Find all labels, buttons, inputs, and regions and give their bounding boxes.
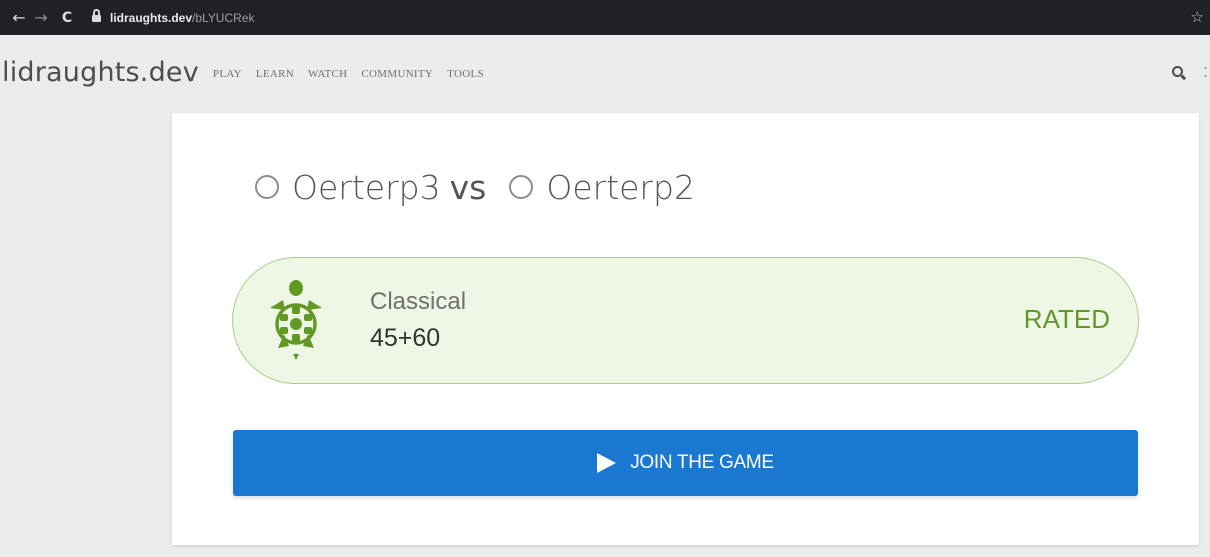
address-bar[interactable]: lidraughts.dev/bLYUCRek	[92, 6, 254, 30]
back-arrow-icon[interactable]: ←	[8, 8, 30, 27]
nav-tools[interactable]: TOOLS	[447, 68, 484, 80]
search-icon[interactable]	[1172, 66, 1187, 80]
more-menu-icon[interactable]: :	[1203, 61, 1208, 82]
player2-name[interactable]: Oerterp2	[546, 168, 695, 207]
players-heading: Oerterp3 vs Oerterp2	[255, 157, 695, 217]
site-logo[interactable]: lidraughts.dev	[2, 57, 199, 88]
challenge-card: Oerterp3 vs Oerterp2 Classical 45+60 RAT…	[172, 113, 1199, 545]
top-navigation: PLAY LEARN WATCH COMMUNITY TOOLS	[213, 68, 498, 80]
url-path: /bLYUCRek	[192, 10, 255, 25]
lock-icon	[92, 8, 101, 23]
nav-watch[interactable]: WATCH	[308, 68, 347, 80]
play-icon	[597, 453, 617, 473]
join-button-label: JOIN THE GAME	[630, 452, 774, 473]
reload-icon[interactable]: C	[56, 10, 78, 26]
turtle-icon	[270, 280, 322, 360]
nav-community[interactable]: COMMUNITY	[361, 68, 433, 80]
url-text[interactable]: lidraughts.dev/bLYUCRek	[110, 11, 254, 25]
time-control: 45+60	[370, 324, 441, 352]
rated-badge: RATED	[1023, 304, 1110, 334]
speed-label: Classical	[370, 288, 467, 315]
browser-toolbar: ← → C lidraughts.dev/bLYUCRek ☆	[0, 0, 1210, 35]
player2-offline-icon	[509, 175, 534, 199]
site-header: lidraughts.dev PLAY LEARN WATCH COMMUNIT…	[0, 35, 1210, 113]
nav-learn[interactable]: LEARN	[256, 68, 294, 80]
vs-label: vs	[449, 167, 487, 207]
bookmark-star-icon[interactable]: ☆	[1191, 8, 1204, 26]
player1-offline-icon	[255, 175, 279, 199]
url-host: lidraughts.dev	[110, 10, 193, 25]
join-game-button[interactable]: JOIN THE GAME	[233, 430, 1138, 496]
game-info-panel: Classical 45+60 RATED	[232, 257, 1139, 384]
player1-name[interactable]: Oerterp3	[292, 168, 441, 207]
forward-arrow-icon[interactable]: →	[30, 8, 52, 27]
nav-play[interactable]: PLAY	[213, 68, 242, 80]
